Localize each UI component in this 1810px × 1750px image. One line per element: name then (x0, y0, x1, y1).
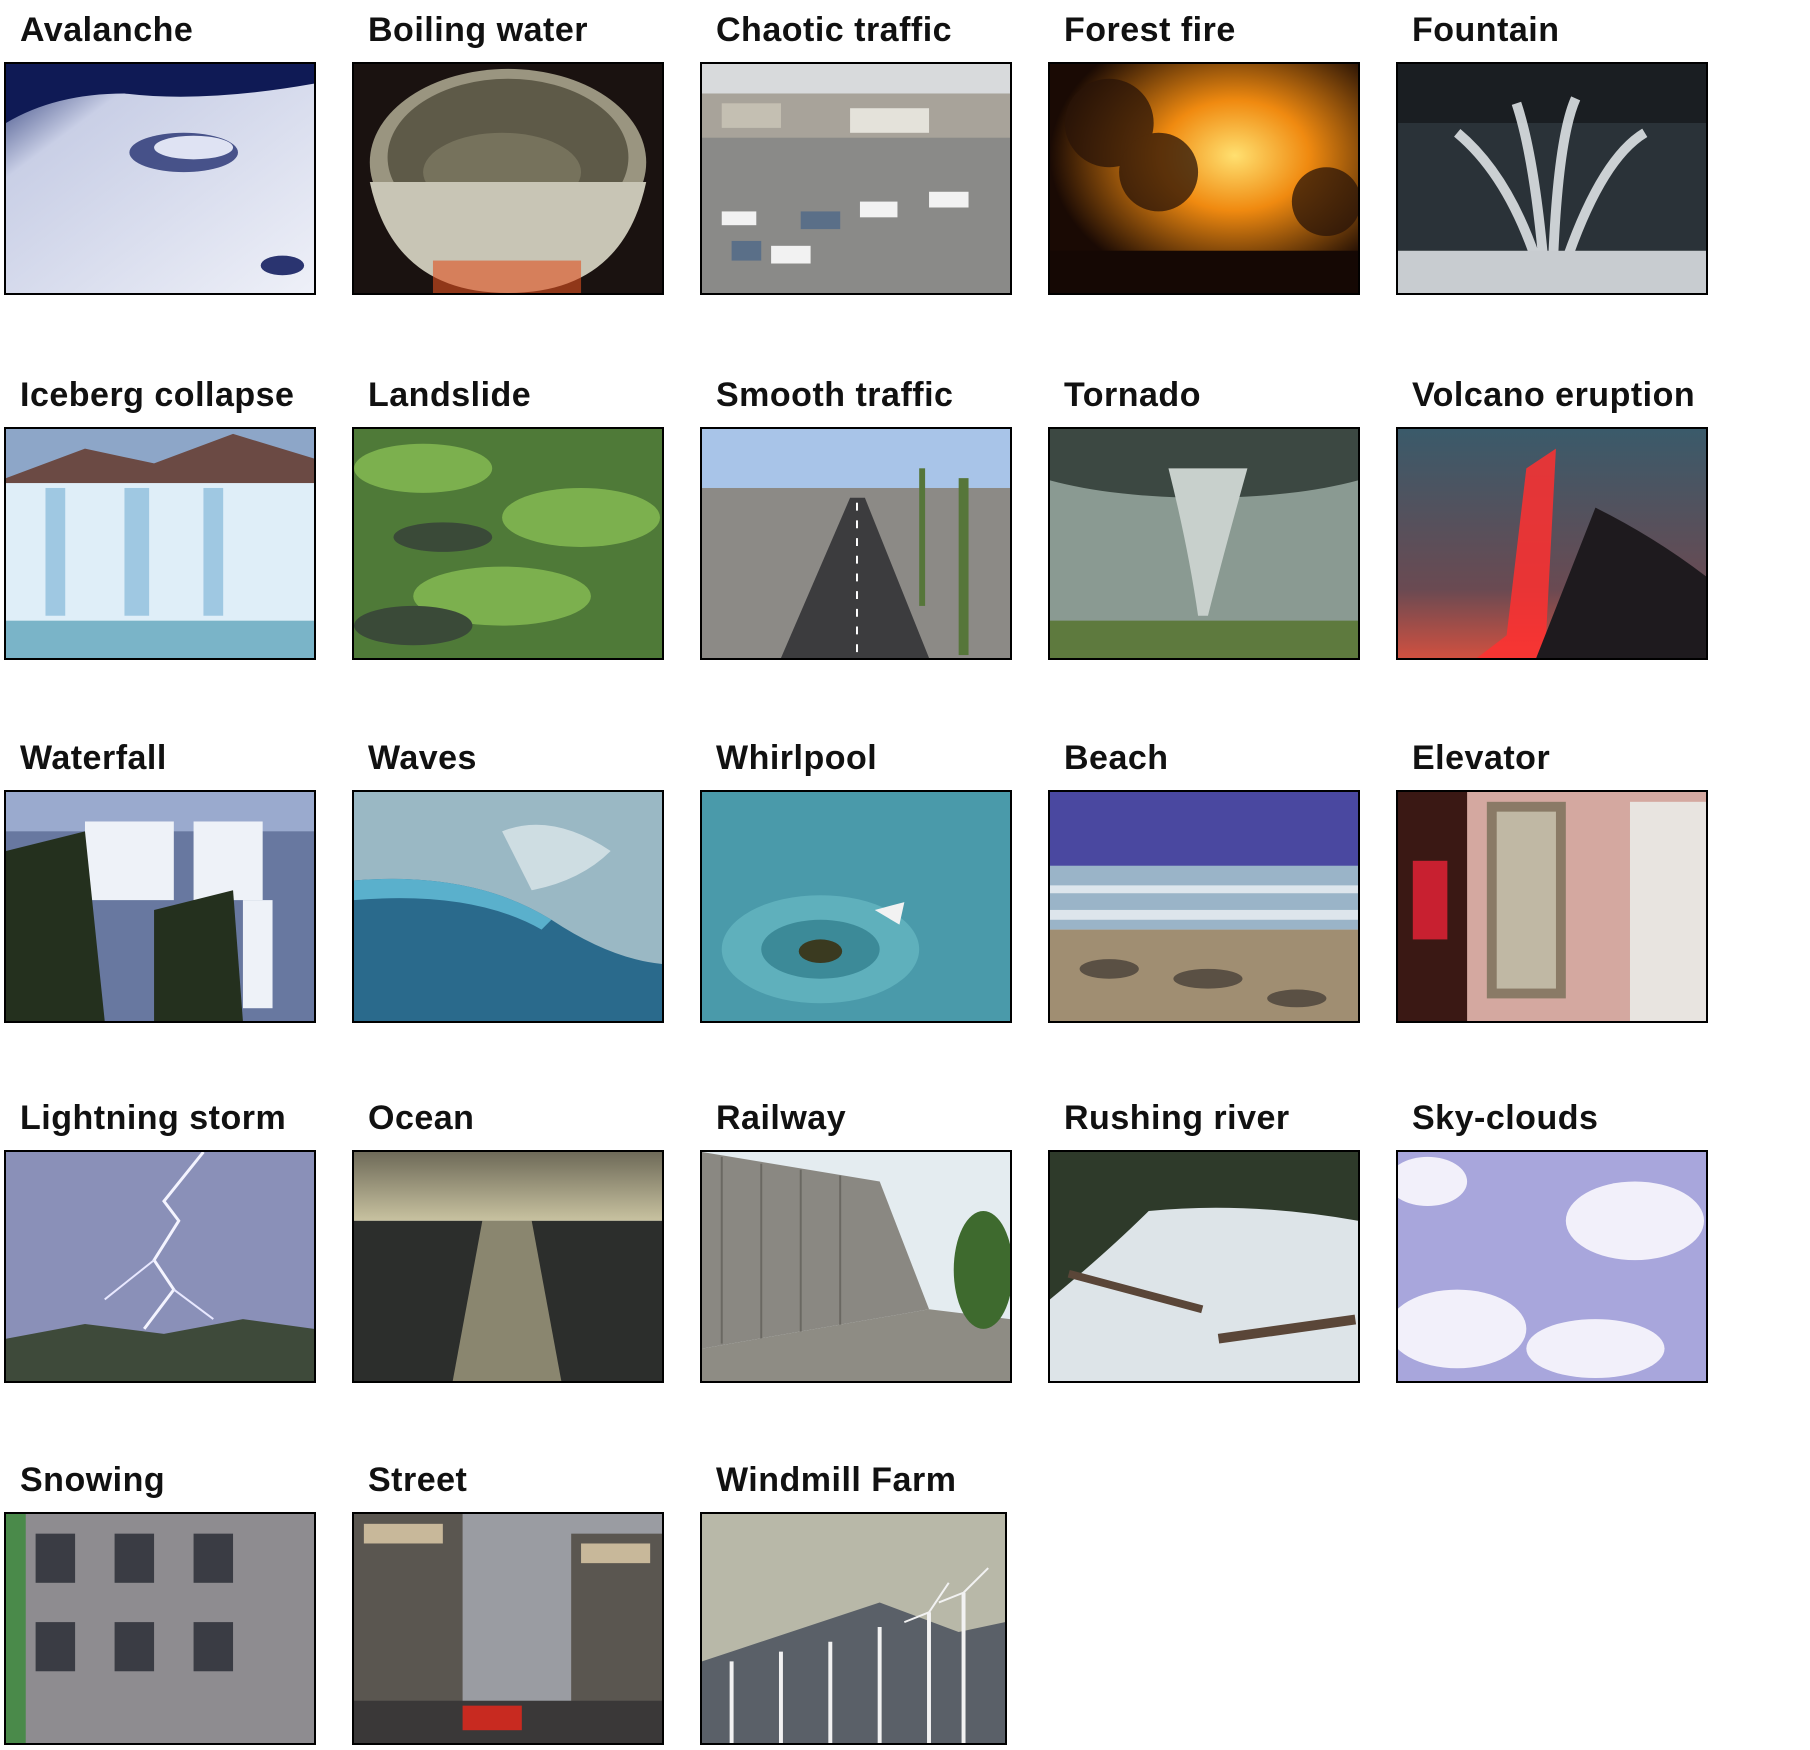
tile-smooth-traffic: Smooth traffic (700, 375, 1020, 665)
tile-image (1396, 62, 1708, 295)
tile-image (352, 1512, 664, 1745)
tile-image (1396, 1150, 1708, 1383)
tile-label: Sky-clouds (1412, 1099, 1599, 1137)
tile-image (4, 62, 316, 295)
tile-sky-clouds: Sky-clouds (1396, 1098, 1716, 1388)
tile-label: Forest fire (1064, 11, 1236, 49)
tile-label: Waves (368, 739, 477, 777)
tile-label: Whirlpool (716, 739, 878, 777)
image-grid: Avalanche Boiling water Chaotic traffic … (0, 0, 1810, 1745)
tile-image (352, 790, 664, 1023)
tile-chaotic-traffic: Chaotic traffic (700, 10, 1020, 300)
tile-image (352, 427, 664, 660)
tile-windmill-farm: Windmill Farm (700, 1460, 1020, 1750)
tile-image (1048, 62, 1360, 295)
tile-label: Boiling water (368, 11, 588, 49)
tile-image (352, 62, 664, 295)
tile-image (700, 62, 1012, 295)
tile-image (1048, 1150, 1360, 1383)
tile-image (700, 790, 1012, 1023)
tile-image (1396, 790, 1708, 1023)
tile-label: Waterfall (20, 739, 167, 777)
tile-label: Ocean (368, 1099, 475, 1137)
tile-tornado: Tornado (1048, 375, 1368, 665)
tile-image (700, 1512, 1007, 1745)
tile-image (700, 1150, 1012, 1383)
tile-image (4, 427, 316, 660)
tile-whirlpool: Whirlpool (700, 738, 1020, 1028)
tile-label: Rushing river (1064, 1099, 1290, 1137)
tile-beach: Beach (1048, 738, 1368, 1028)
tile-elevator: Elevator (1396, 738, 1716, 1028)
tile-landslide: Landslide (352, 375, 672, 665)
tile-label: Smooth traffic (716, 376, 954, 414)
tile-label: Elevator (1412, 739, 1551, 777)
tile-ocean: Ocean (352, 1098, 672, 1388)
tile-label: Landslide (368, 376, 532, 414)
tile-label: Fountain (1412, 11, 1560, 49)
tile-label: Windmill Farm (716, 1461, 957, 1499)
tile-label: Snowing (20, 1461, 166, 1499)
tile-image (4, 1512, 316, 1745)
tile-image (1048, 790, 1360, 1023)
tile-image (352, 1150, 664, 1383)
tile-volcano-eruption: Volcano eruption (1396, 375, 1716, 665)
tile-waves: Waves (352, 738, 672, 1028)
tile-forest-fire: Forest fire (1048, 10, 1368, 300)
tile-label: Avalanche (20, 11, 194, 49)
tile-waterfall: Waterfall (4, 738, 324, 1028)
tile-boiling-water: Boiling water (352, 10, 672, 300)
tile-railway: Railway (700, 1098, 1020, 1388)
tile-label: Beach (1064, 739, 1169, 777)
tile-image (700, 427, 1012, 660)
tile-lightning-storm: Lightning storm (4, 1098, 324, 1388)
tile-label: Iceberg collapse (20, 376, 295, 414)
tile-avalanche: Avalanche (4, 10, 324, 300)
tile-image (4, 790, 316, 1023)
tile-label: Street (368, 1461, 468, 1499)
tile-label: Volcano eruption (1412, 376, 1696, 414)
tile-image (1396, 427, 1708, 660)
tile-rushing-river: Rushing river (1048, 1098, 1368, 1388)
tile-label: Lightning storm (20, 1099, 287, 1137)
tile-label: Tornado (1064, 376, 1201, 414)
tile-image (4, 1150, 316, 1383)
tile-label: Railway (716, 1099, 847, 1137)
tile-snowing: Snowing (4, 1460, 324, 1750)
tile-street: Street (352, 1460, 672, 1750)
tile-iceberg-collapse: Iceberg collapse (4, 375, 324, 665)
tile-image (1048, 427, 1360, 660)
tile-fountain: Fountain (1396, 10, 1716, 300)
tile-label: Chaotic traffic (716, 11, 953, 49)
